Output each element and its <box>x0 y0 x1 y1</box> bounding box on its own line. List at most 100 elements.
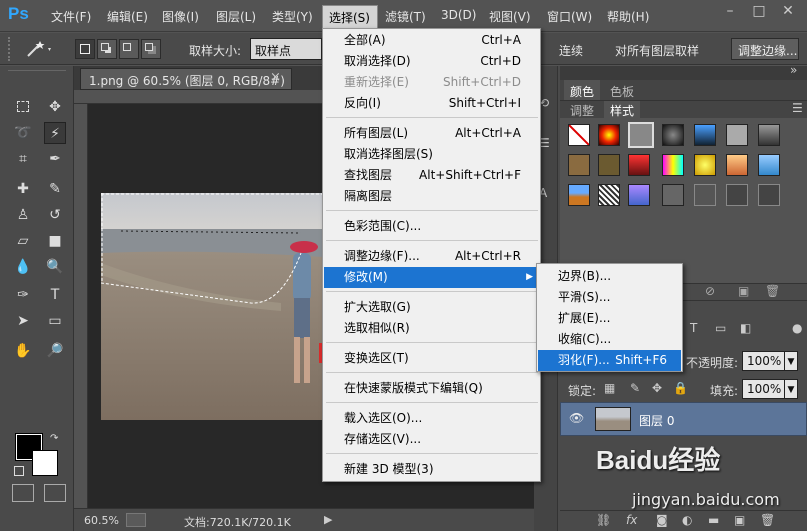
style-swatch-14[interactable] <box>758 154 780 176</box>
tab-styles[interactable]: 样式 <box>604 101 641 119</box>
menu-3d[interactable]: 3D(D) <box>441 8 476 22</box>
zoom-tool-icon[interactable]: 🔎 <box>44 340 66 362</box>
filter-toggle-icon[interactable]: ● <box>792 321 802 335</box>
style-swatch-9[interactable] <box>598 154 620 176</box>
menu-help[interactable]: 帮助(H) <box>607 8 649 25</box>
hand-tool-icon[interactable]: ✋ <box>12 340 34 362</box>
submenu-item-expand[interactable]: 扩展(E)... <box>538 308 681 329</box>
lock-pixels-icon[interactable]: ✎ <box>630 381 640 395</box>
status-preview-icon[interactable] <box>126 513 146 527</box>
tab-swatches[interactable]: 色板 <box>604 80 640 100</box>
menu-item-refine-edge[interactable]: 调整边缘(F)... Alt+Ctrl+R <box>324 246 539 267</box>
menu-item-quick-mask[interactable]: 在快速蒙版模式下编辑(Q) <box>324 378 539 399</box>
subtract-from-selection-button[interactable] <box>119 39 139 59</box>
style-swatch-2[interactable] <box>598 124 620 146</box>
delete-style-icon[interactable]: 🗑 <box>765 284 780 298</box>
menu-view[interactable]: 视图(V) <box>489 8 531 25</box>
healing-brush-icon[interactable]: ✚ <box>12 178 34 200</box>
fill-dropdown-icon[interactable]: ▼ <box>784 379 798 399</box>
menu-filter[interactable]: 滤镜(T) <box>385 8 426 25</box>
submenu-item-smooth[interactable]: 平滑(S)... <box>538 287 681 308</box>
brush-tool-icon[interactable]: ✎ <box>44 178 66 200</box>
eraser-tool-icon[interactable]: ▱ <box>12 230 34 252</box>
background-color-swatch[interactable] <box>32 450 58 476</box>
default-colors-icon[interactable] <box>14 466 24 476</box>
refine-edge-button[interactable]: 调整边缘... <box>731 38 799 60</box>
filter-shape-icon[interactable]: ▭ <box>715 321 726 335</box>
new-style-icon[interactable]: ▣ <box>738 284 749 298</box>
eyedropper-tool-icon[interactable]: ✒ <box>44 148 66 170</box>
new-selection-button[interactable] <box>75 39 95 59</box>
style-none-swatch[interactable] <box>568 124 590 146</box>
rectangle-shape-icon[interactable]: ▭ <box>44 310 66 332</box>
menu-select[interactable]: 选择(S) <box>322 5 378 29</box>
beach-photo[interactable] <box>101 193 323 420</box>
style-swatch-10[interactable] <box>628 154 650 176</box>
menu-item-transform-selection[interactable]: 变换选区(T) <box>324 348 539 369</box>
menu-layer[interactable]: 图层(L) <box>216 8 256 25</box>
style-swatch-19[interactable] <box>694 184 716 206</box>
grip-handle[interactable] <box>8 37 22 61</box>
panel-menu-icon[interactable]: ☰ <box>792 101 803 115</box>
menu-item-deselect[interactable]: 取消选择(D) Ctrl+D <box>324 51 539 72</box>
menu-item-color-range[interactable]: 色彩范围(C)... <box>324 216 539 237</box>
move-tool-icon[interactable]: ✥ <box>44 96 66 118</box>
style-swatch-3[interactable] <box>628 122 654 148</box>
submenu-item-contract[interactable]: 收缩(C)... <box>538 329 681 350</box>
path-selection-icon[interactable]: ➤ <box>12 310 34 332</box>
menu-item-reselect[interactable]: 重新选择(E) Shift+Ctrl+D <box>324 72 539 93</box>
menu-item-load-selection[interactable]: 载入选区(O)... <box>324 408 539 429</box>
sample-size-dropdown[interactable]: 取样点 <box>250 38 322 60</box>
style-swatch-21[interactable] <box>758 184 780 206</box>
style-swatch-12[interactable] <box>694 154 716 176</box>
filter-type-icon[interactable]: T <box>690 321 697 335</box>
screen-mode-icon[interactable] <box>44 484 66 502</box>
menu-item-isolate-layers[interactable]: 隔离图层 <box>324 186 539 207</box>
style-swatch-11[interactable] <box>662 154 684 176</box>
swap-colors-icon[interactable]: ↷ <box>50 434 60 444</box>
style-swatch-18[interactable] <box>662 184 684 206</box>
document-tab-close-icon[interactable]: × <box>270 70 281 85</box>
filter-smart-icon[interactable]: ◧ <box>740 321 751 335</box>
menu-item-find-layers[interactable]: 查找图层 Alt+Shift+Ctrl+F <box>324 165 539 186</box>
lock-position-icon[interactable]: ✥ <box>652 381 662 395</box>
style-swatch-4[interactable] <box>662 124 684 146</box>
style-swatch-5[interactable] <box>694 124 716 146</box>
menu-item-grow[interactable]: 扩大选取(G) <box>324 297 539 318</box>
zoom-level[interactable]: 60.5% <box>84 514 119 527</box>
style-swatch-20[interactable] <box>726 184 748 206</box>
rectangular-marquee-icon[interactable] <box>12 96 34 118</box>
dodge-tool-icon[interactable]: 🔍 <box>44 256 66 278</box>
menu-item-all[interactable]: 全部(A) Ctrl+A <box>324 30 539 51</box>
style-swatch-13[interactable] <box>726 154 748 176</box>
menu-item-modify[interactable]: 修改(M) ▶ <box>324 267 539 288</box>
lock-all-icon[interactable]: 🔒 <box>673 381 688 395</box>
lasso-tool-icon[interactable]: ➰ <box>12 122 34 144</box>
crop-tool-icon[interactable]: ⌗ <box>12 148 34 170</box>
blur-tool-icon[interactable]: 💧 <box>12 256 34 278</box>
panel-collapse-icon[interactable]: » <box>790 63 797 77</box>
menu-edit[interactable]: 编辑(E) <box>107 8 148 25</box>
tab-adjustments[interactable]: 调整 <box>564 101 600 119</box>
menu-item-similar[interactable]: 选取相似(R) <box>324 318 539 339</box>
quick-mask-icon[interactable] <box>12 484 34 502</box>
style-swatch-17[interactable] <box>628 184 650 206</box>
layer-name[interactable]: 图层 0 <box>639 412 674 429</box>
maximize-icon[interactable]: □ <box>744 0 774 22</box>
submenu-item-feather[interactable]: 羽化(F)... Shift+F6 <box>538 350 681 371</box>
lock-transparent-icon[interactable]: ▦ <box>604 381 615 395</box>
magic-wand-tool-icon[interactable]: ⚡ <box>44 122 66 144</box>
pen-tool-icon[interactable]: ✑ <box>12 284 34 306</box>
style-swatch-7[interactable] <box>758 124 780 146</box>
submenu-item-border[interactable]: 边界(B)... <box>538 266 681 287</box>
document-tab[interactable]: 1.png @ 60.5% (图层 0, RGB/8#) <box>80 68 292 90</box>
status-menu-arrow-icon[interactable]: ▶ <box>324 513 332 526</box>
menu-item-deselect-layers[interactable]: 取消选择图层(S) <box>324 144 539 165</box>
menu-image[interactable]: 图像(I) <box>162 8 199 25</box>
gradient-tool-icon[interactable]: ■ <box>44 230 66 252</box>
clone-stamp-icon[interactable]: ♙ <box>12 204 34 226</box>
style-swatch-16[interactable] <box>598 184 620 206</box>
menu-type[interactable]: 类型(Y) <box>272 8 313 25</box>
type-tool-icon[interactable]: T <box>44 284 66 306</box>
history-brush-icon[interactable]: ↺ <box>44 204 66 226</box>
